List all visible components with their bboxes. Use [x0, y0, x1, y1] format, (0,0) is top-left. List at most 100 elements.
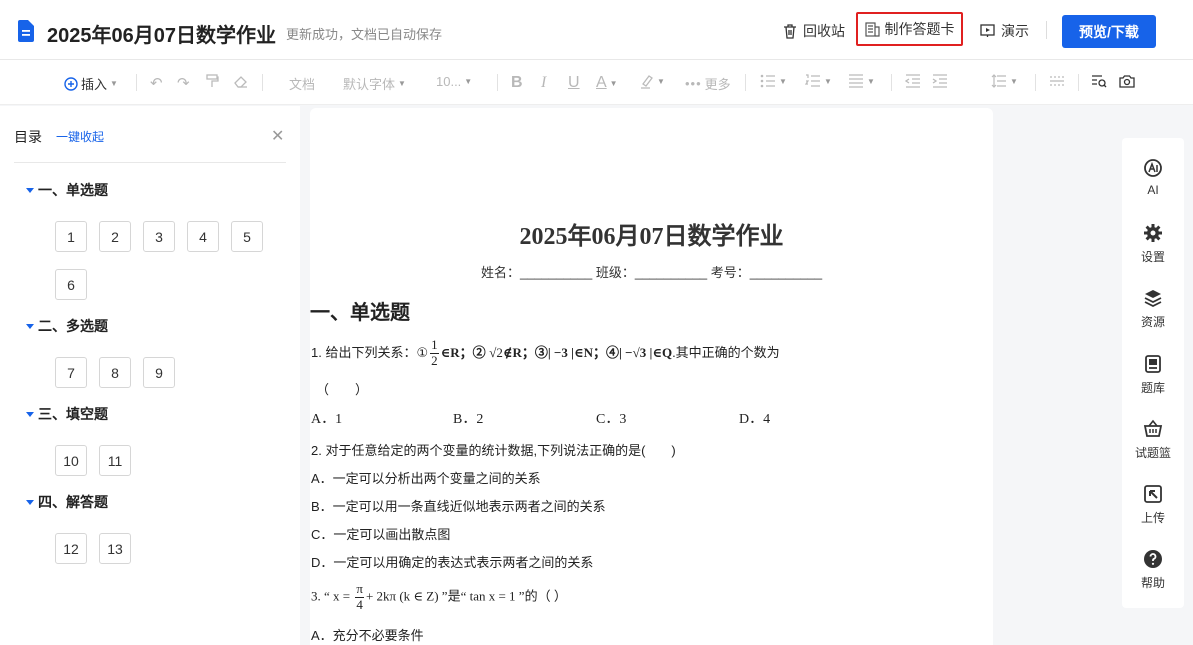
ai-button[interactable]: AI	[1122, 157, 1184, 197]
toc-title: 目录	[14, 129, 42, 145]
resources-label: 资源	[1140, 315, 1165, 329]
caret-down-icon	[26, 411, 34, 417]
more-button[interactable]: ••• 更多	[685, 74, 731, 93]
toc-question-13[interactable]: 13	[99, 533, 131, 564]
editor-toolbar: 插入 ▼ ↶ ↷ 文档 默认字体 ▼ 10... ▼ B I U A ▼ ▼ •…	[0, 60, 1193, 105]
question-bank-label: 题库	[1140, 381, 1165, 395]
toc-question-8[interactable]: 8	[99, 357, 131, 388]
settings-button[interactable]: 设置	[1122, 222, 1184, 265]
screenshot-button[interactable]	[1119, 74, 1135, 88]
toc-section-fill-blank[interactable]: 三、填空题	[26, 404, 108, 424]
align-justify-icon	[849, 74, 863, 88]
format-painter-button[interactable]	[205, 74, 219, 88]
highlight-button[interactable]: ▼	[639, 74, 665, 89]
underline-button[interactable]: U	[568, 74, 580, 92]
q1-sqrt2: √2	[489, 344, 503, 360]
toc-question-2[interactable]: 2	[99, 221, 131, 252]
q3-fraction: π4	[355, 581, 364, 613]
toc-question-7[interactable]: 7	[55, 357, 87, 388]
toolbar-divider	[262, 74, 263, 91]
highlighter-icon	[641, 75, 653, 89]
close-icon[interactable]: ✕	[271, 126, 284, 146]
undo-button[interactable]: ↶	[150, 74, 163, 92]
decrease-indent-button[interactable]	[905, 74, 921, 88]
ai-label: AI	[1147, 183, 1159, 197]
upload-button[interactable]: 上传	[1122, 483, 1184, 526]
bold-button[interactable]: B	[511, 74, 523, 92]
toc-question-10[interactable]: 10	[55, 445, 87, 476]
font-color-button[interactable]: A ▼	[596, 74, 618, 92]
resources-button[interactable]: 资源	[1122, 287, 1184, 330]
document-title[interactable]: 2025年06月07日数学作业	[47, 19, 276, 48]
increase-indent-button[interactable]	[932, 74, 948, 88]
section-heading-single-choice: 一、单选题	[310, 302, 410, 324]
numbered-list-button[interactable]: ▼	[805, 74, 832, 88]
document-paper[interactable]: 2025年06月07日数学作业 姓名：__________ 班级：_______…	[310, 108, 993, 645]
question-bank-button[interactable]: 题库	[1122, 353, 1184, 396]
help-button[interactable]: 帮助	[1122, 548, 1184, 591]
toc-section-single-choice[interactable]: 一、单选题	[26, 180, 108, 200]
redo-button[interactable]: ↷	[177, 74, 190, 92]
present-button[interactable]: 演示	[980, 21, 1029, 41]
q1-option-d: D．4	[739, 412, 771, 427]
chevron-down-icon: ▼	[609, 78, 618, 88]
toc-section-answer[interactable]: 四、解答题	[26, 492, 108, 512]
q2-option-d: D．一定可以用确定的表达式表示两者之间的关系	[311, 555, 594, 570]
chevron-down-icon: ▼	[657, 77, 665, 86]
eraser-icon	[234, 76, 247, 88]
more-label: 更多	[704, 77, 731, 92]
make-answer-card-button[interactable]: 制作答题卡	[856, 12, 963, 46]
chevron-down-icon: ▼	[1010, 76, 1018, 86]
toc-question-1[interactable]: 1	[55, 221, 87, 252]
toc-section-label: 四、解答题	[38, 494, 108, 510]
question-basket-button[interactable]: 试题篮	[1122, 418, 1184, 461]
chevron-down-icon: ▼	[867, 76, 875, 86]
toc-question-12[interactable]: 12	[55, 533, 87, 564]
caret-down-icon	[26, 187, 34, 193]
paragraph-style-select[interactable]: 文档	[289, 74, 315, 93]
toc-section-label: 一、单选题	[38, 182, 108, 198]
find-replace-button[interactable]	[1091, 74, 1107, 88]
trash-icon	[784, 23, 796, 39]
recycle-bin-label: 回收站	[803, 23, 845, 39]
toc-question-4[interactable]: 4	[187, 221, 219, 252]
divider-line-button[interactable]	[1049, 74, 1065, 88]
toc-question-5[interactable]: 5	[231, 221, 263, 252]
align-button[interactable]: ▼	[848, 74, 875, 88]
help-label: 帮助	[1140, 576, 1165, 590]
toc-question-6[interactable]: 6	[55, 269, 87, 300]
toolbar-divider	[136, 74, 137, 91]
caret-down-icon	[26, 499, 34, 505]
q3-middle: + 2kπ (k ∈ Z) ”是“ tan x = 1 ”的（ ）	[365, 588, 567, 604]
q1-frac-num: 1	[430, 337, 439, 354]
toc-question-11[interactable]: 11	[99, 445, 131, 476]
indent-icon	[932, 74, 947, 88]
line-spacing-button[interactable]: ▼	[991, 74, 1018, 88]
recycle-bin-button[interactable]: 回收站	[783, 21, 845, 41]
chevron-down-icon: ▼	[779, 76, 787, 86]
collapse-all-link[interactable]: 一键收起	[56, 128, 104, 145]
right-tool-panel: AI 设置 资源 题库 试题篮 上传 帮助	[1122, 138, 1184, 608]
q2-option-a: A．一定可以分析出两个变量之间的关系	[311, 471, 541, 486]
toolbar-divider	[1078, 74, 1079, 91]
font-family-select[interactable]: 默认字体 ▼	[343, 74, 406, 93]
preview-download-button[interactable]: 预览/下载	[1062, 15, 1156, 48]
toolbar-divider	[745, 74, 746, 91]
q1-option-b: B．2	[453, 412, 484, 427]
upload-label: 上传	[1140, 511, 1165, 525]
question-1-stem: 1. 给出下列关系：① 1 2 ∈R；② √2∉R；③| −3 |∈N；④| −√3 …	[311, 337, 780, 369]
toc-question-9[interactable]: 9	[143, 357, 175, 388]
bullet-list-button[interactable]: ▼	[760, 74, 787, 88]
dashed-line-icon	[1050, 76, 1064, 86]
toc-question-3[interactable]: 3	[143, 221, 175, 252]
more-dots-icon: •••	[685, 76, 702, 91]
top-header: 2025年06月07日数学作业 更新成功，文档已自动保存 回收站 制作答题卡 演…	[0, 0, 1193, 60]
student-info-line: 姓名：__________ 班级：__________ 考号：_________…	[480, 265, 823, 280]
toc-section-multi-choice[interactable]: 二、多选题	[26, 316, 108, 336]
italic-button[interactable]: I	[541, 74, 546, 92]
question-2-stem: 2. 对于任意给定的两个变量的统计数据,下列说法正确的是( )	[311, 443, 676, 458]
present-icon	[980, 24, 995, 37]
font-size-select[interactable]: 10... ▼	[436, 74, 472, 89]
clear-format-button[interactable]	[233, 74, 248, 88]
insert-menu[interactable]: 插入 ▼	[64, 74, 118, 93]
